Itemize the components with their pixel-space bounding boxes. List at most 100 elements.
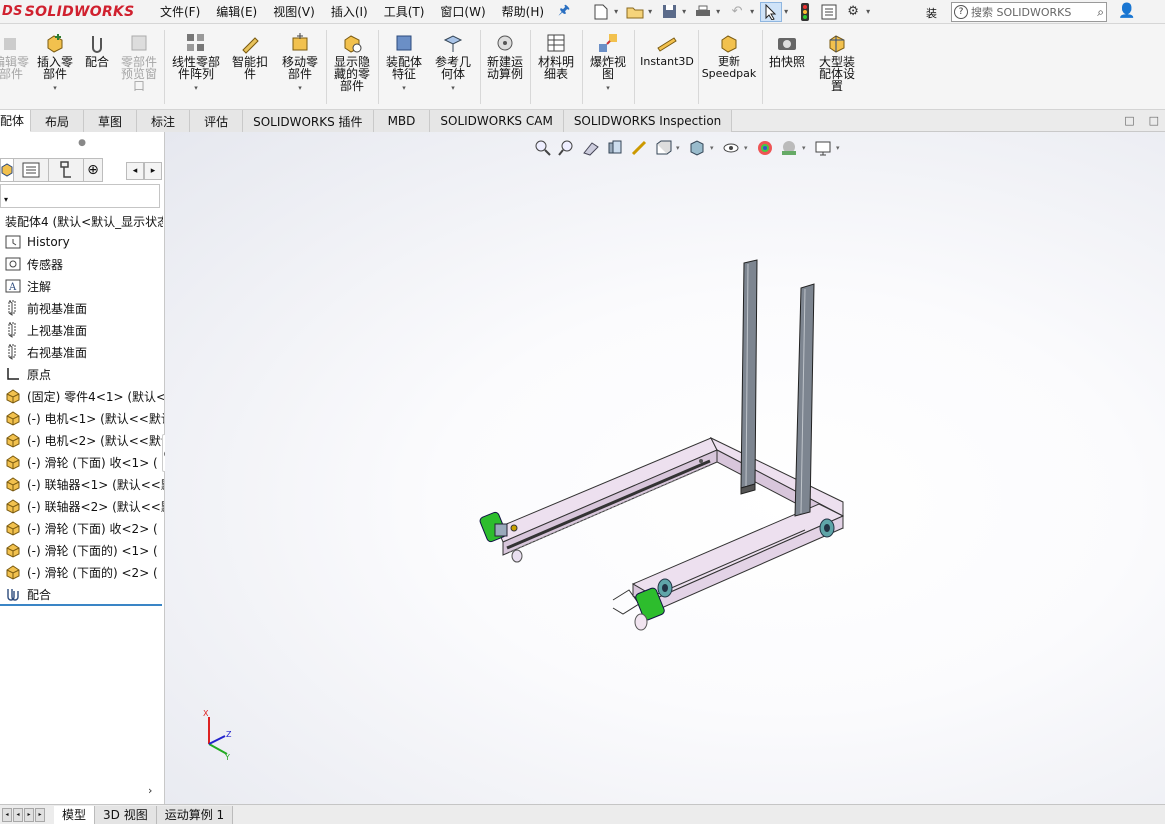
assembly-root-node[interactable]: 装配体4 (默认<默认_显示状态 bbox=[5, 213, 163, 230]
right-post[interactable] bbox=[794, 283, 815, 517]
tree-node[interactable]: (-) 滑轮 (下面的) <1> ( bbox=[4, 539, 164, 561]
tab-markup[interactable]: 标注 bbox=[137, 110, 191, 132]
tree-node[interactable]: 右视基准面 bbox=[4, 341, 164, 363]
tree-filter[interactable]: ▾ bbox=[0, 184, 160, 208]
insert-components-dropdown-icon[interactable]: ▾ bbox=[53, 82, 57, 94]
new-dropdown-icon[interactable]: ▾ bbox=[614, 7, 622, 16]
tree-node[interactable]: (-) 电机<2> (默认<<默认 bbox=[4, 429, 164, 451]
smart-fasteners-button[interactable]: 智能扣 件 bbox=[228, 32, 272, 80]
tab-cam[interactable]: SOLIDWORKS CAM bbox=[430, 110, 564, 132]
file-properties-icon[interactable] bbox=[818, 2, 840, 22]
tab-addins[interactable]: SOLIDWORKS 插件 bbox=[243, 110, 374, 132]
graphics-area[interactable]: ▾ ▾ ▾ ▾ ▾ X Y Z bbox=[165, 132, 1165, 804]
options-dropdown-icon[interactable]: ▾ bbox=[866, 7, 874, 16]
linear-pattern-button[interactable]: 线性零部 件阵列 ▾ bbox=[168, 32, 224, 94]
tree-node[interactable]: 上视基准面 bbox=[4, 319, 164, 341]
feature-manager-tab-icon[interactable] bbox=[0, 158, 14, 182]
menu-help[interactable]: 帮助(H) bbox=[494, 3, 552, 20]
left-rail[interactable] bbox=[496, 437, 718, 556]
assembly-shortcut-label[interactable]: 装 bbox=[926, 5, 937, 21]
tree-node[interactable]: (-) 滑轮 (下面的) <2> ( bbox=[4, 561, 164, 583]
menu-view[interactable]: 视图(V) bbox=[265, 3, 323, 20]
tab-layout[interactable]: 布局 bbox=[31, 110, 85, 132]
large-assembly-settings-button[interactable]: 大型装 配体设 置 bbox=[814, 32, 860, 92]
exploded-view-dropdown-icon[interactable]: ▾ bbox=[606, 82, 610, 94]
nav-first-icon[interactable]: ◂ bbox=[2, 807, 12, 822]
save-icon[interactable] bbox=[658, 2, 680, 22]
tree-node[interactable]: 传感器 bbox=[4, 253, 164, 275]
tree-node[interactable]: 前视基准面 bbox=[4, 297, 164, 319]
instant3d-button[interactable]: Instant3D bbox=[638, 32, 696, 68]
tab-motion-study[interactable]: 运动算例 1 bbox=[156, 805, 234, 824]
rollback-bar[interactable] bbox=[0, 604, 162, 606]
restore-panel-icon[interactable]: □ bbox=[1124, 114, 1134, 127]
tree-node[interactable]: 原点 bbox=[4, 363, 164, 385]
tab-mbd[interactable]: MBD bbox=[373, 110, 431, 132]
assembly-features-dropdown-icon[interactable]: ▾ bbox=[402, 82, 406, 94]
search-icon[interactable]: ⌕ bbox=[1097, 5, 1104, 20]
solidworks-logo[interactable]: DS SOLIDWORKS bbox=[0, 0, 152, 24]
save-dropdown-icon[interactable]: ▾ bbox=[682, 7, 690, 16]
tree-node[interactable]: (-) 联轴器<1> (默认<<默 bbox=[4, 473, 164, 495]
bill-of-materials-button[interactable]: 材料明 细表 bbox=[534, 32, 578, 80]
tree-node[interactable]: (-) 电机<1> (默认<<默认 bbox=[4, 407, 164, 429]
show-hidden-components-button[interactable]: 显示隐 藏的零 部件 bbox=[330, 32, 374, 92]
undo-dropdown-icon[interactable]: ▾ bbox=[750, 7, 758, 16]
linear-pattern-dropdown-icon[interactable]: ▾ bbox=[194, 82, 198, 94]
back-right-pulley[interactable] bbox=[819, 518, 835, 538]
menu-tools[interactable]: 工具(T) bbox=[376, 3, 433, 20]
tree-node[interactable]: (固定) 零件4<1> (默认< bbox=[4, 385, 164, 407]
nav-prev-icon[interactable]: ◂ bbox=[13, 807, 23, 822]
print-dropdown-icon[interactable]: ▾ bbox=[716, 7, 724, 16]
exploded-view-button[interactable]: 爆炸视 图 ▾ bbox=[586, 32, 630, 94]
menu-insert[interactable]: 插入(I) bbox=[323, 3, 376, 20]
reference-geometry-button[interactable]: 参考几 何体 ▾ bbox=[430, 32, 476, 94]
tree-node[interactable]: A 注解 bbox=[4, 275, 164, 297]
move-component-dropdown-icon[interactable]: ▾ bbox=[298, 82, 302, 94]
reference-geometry-dropdown-icon[interactable]: ▾ bbox=[451, 82, 455, 94]
scroll-left-icon[interactable]: ◂ bbox=[126, 162, 144, 180]
dimxpert-tab-icon[interactable]: ⊕ bbox=[83, 158, 103, 182]
update-speedpak-button[interactable]: 更新 Speedpak bbox=[700, 32, 758, 80]
open-dropdown-icon[interactable]: ▾ bbox=[648, 7, 656, 16]
move-component-button[interactable]: 移动零 部件 ▾ bbox=[278, 32, 322, 94]
tab-3d-views[interactable]: 3D 视图 bbox=[95, 805, 157, 824]
new-document-icon[interactable] bbox=[590, 2, 612, 22]
tree-node[interactable]: 配合 bbox=[4, 583, 164, 605]
nav-next-icon[interactable]: ▸ bbox=[24, 807, 34, 822]
assembly-model[interactable]: X Y Z bbox=[165, 132, 1165, 804]
menu-edit[interactable]: 编辑(E) bbox=[208, 3, 265, 20]
select-arrow-icon[interactable] bbox=[760, 1, 783, 22]
user-icon[interactable]: 👤 bbox=[1118, 3, 1135, 19]
open-folder-icon[interactable] bbox=[624, 2, 646, 22]
menu-file[interactable]: 文件(F) bbox=[152, 3, 208, 20]
tree-node[interactable]: (-) 滑轮 (下面) 收<2> ( bbox=[4, 517, 164, 539]
tab-sketch[interactable]: 草图 bbox=[84, 110, 138, 132]
collapse-panel-icon[interactable]: □ bbox=[1149, 114, 1159, 127]
search-box[interactable]: ? 搜索 SOLIDWORKS ⌕ bbox=[951, 2, 1107, 22]
left-post[interactable] bbox=[740, 259, 758, 495]
property-manager-tab-icon[interactable] bbox=[13, 158, 49, 182]
snapshot-button[interactable]: 拍快照 bbox=[764, 32, 810, 68]
tab-inspection[interactable]: SOLIDWORKS Inspection bbox=[563, 110, 733, 132]
tab-assembly[interactable]: 配体 bbox=[0, 110, 32, 132]
print-icon[interactable] bbox=[692, 2, 714, 22]
scroll-right-icon[interactable]: ▸ bbox=[144, 162, 162, 180]
edit-component-button[interactable]: 编辑零 部件 bbox=[0, 32, 30, 80]
assembly-features-button[interactable]: 装配体 特征 ▾ bbox=[382, 32, 426, 94]
insert-components-button[interactable]: 插入零 部件 ▾ bbox=[34, 32, 76, 94]
tree-node[interactable]: (-) 联轴器<2> (默认<<默 bbox=[4, 495, 164, 517]
options-gear-icon[interactable]: ⚙ bbox=[842, 2, 864, 22]
new-motion-study-button[interactable]: 新建运 动算例 bbox=[482, 32, 528, 80]
undo-icon[interactable]: ↶ bbox=[726, 2, 748, 22]
panel-grip[interactable]: ● bbox=[0, 132, 164, 154]
select-dropdown-icon[interactable]: ▾ bbox=[784, 7, 792, 16]
configuration-manager-tab-icon[interactable] bbox=[48, 158, 84, 182]
rebuild-traffic-light-icon[interactable] bbox=[794, 2, 816, 22]
mate-button[interactable]: 配合 bbox=[82, 32, 112, 68]
component-preview-button[interactable]: 零部件 预览窗 口 bbox=[116, 32, 162, 92]
panel-scroll-right-icon[interactable]: › bbox=[148, 784, 152, 797]
tab-evaluate[interactable]: 评估 bbox=[190, 110, 244, 132]
nav-last-icon[interactable]: ▸ bbox=[35, 807, 45, 822]
tree-node[interactable]: (-) 滑轮 (下面) 收<1> ( bbox=[4, 451, 164, 473]
